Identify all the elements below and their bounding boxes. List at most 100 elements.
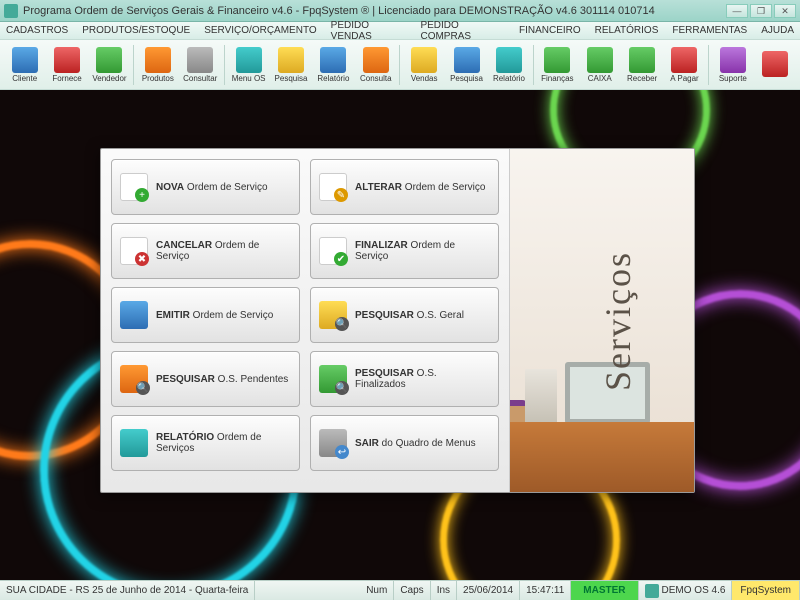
status-caps: Caps bbox=[394, 581, 430, 600]
toolbar-caixa[interactable]: CAIXA bbox=[579, 42, 620, 88]
toolbar-icon bbox=[187, 47, 213, 73]
toolbar-exit[interactable] bbox=[755, 42, 796, 88]
window-title: Programa Ordem de Serviços Gerais & Fina… bbox=[23, 5, 726, 17]
toolbar-separator bbox=[533, 45, 534, 85]
toolbar-vendedor[interactable]: Vendedor bbox=[89, 42, 130, 88]
panel-button[interactable]: ✔ FINALIZAR Ordem de Serviço bbox=[310, 223, 499, 279]
toolbar-separator bbox=[399, 45, 400, 85]
toolbar-suporte[interactable]: Suporte bbox=[712, 42, 753, 88]
panel-button[interactable]: EMITIR Ordem de Serviço bbox=[111, 287, 300, 343]
menu-item[interactable]: CADASTROS bbox=[6, 25, 68, 36]
toolbar-consulta[interactable]: Consulta bbox=[355, 42, 396, 88]
status-time: 15:47:11 bbox=[520, 581, 571, 600]
menu-item[interactable]: PEDIDO VENDAS bbox=[331, 20, 407, 42]
toolbar-receber[interactable]: Receber bbox=[621, 42, 662, 88]
panel-button[interactable]: 🔍 PESQUISAR O.S. Finalizados bbox=[310, 351, 499, 407]
panel-button-label: PESQUISAR O.S. Geral bbox=[355, 310, 464, 321]
minimize-button[interactable]: — bbox=[726, 4, 748, 18]
toolbar-pesquisa[interactable]: Pesquisa bbox=[446, 42, 487, 88]
panel-button[interactable]: 🔍PESQUISAR O.S. Geral bbox=[310, 287, 499, 343]
toolbar-menu os[interactable]: Menu OS bbox=[228, 42, 269, 88]
main-area: +NOVA Ordem de Serviço✎ALTERAR Ordem de … bbox=[0, 90, 800, 580]
toolbar-icon bbox=[671, 47, 697, 73]
menu-item[interactable]: SERVIÇO/ORÇAMENTO bbox=[204, 25, 316, 36]
panel-button[interactable]: RELATÓRIO Ordem de Serviços bbox=[111, 415, 300, 471]
panel-button-icon: ✎ bbox=[319, 173, 347, 201]
toolbar-finanças[interactable]: Finanças bbox=[537, 42, 578, 88]
panel-button-icon bbox=[120, 429, 148, 457]
app-icon bbox=[4, 4, 18, 18]
toolbar-label: Pesquisa bbox=[275, 74, 308, 83]
toolbar-label: Suporte bbox=[719, 74, 747, 83]
close-button[interactable]: ✕ bbox=[774, 4, 796, 18]
menu-item[interactable]: AJUDA bbox=[761, 25, 794, 36]
toolbar-separator bbox=[133, 45, 134, 85]
toolbar-a pagar[interactable]: A Pagar bbox=[664, 42, 705, 88]
toolbar-icon bbox=[629, 47, 655, 73]
toolbar-icon bbox=[145, 47, 171, 73]
panel-button[interactable]: ↩SAIR do Quadro de Menus bbox=[310, 415, 499, 471]
status-date: 25/06/2014 bbox=[457, 581, 520, 600]
toolbar-label: Pesquisa bbox=[450, 74, 483, 83]
panel-button[interactable]: ✖CANCELAR Ordem de Serviço bbox=[111, 223, 300, 279]
toolbar-label: Vendedor bbox=[92, 74, 126, 83]
status-location: SUA CIDADE - RS 25 de Junho de 2014 - Qu… bbox=[0, 581, 255, 600]
panel-button-icon: ✔ bbox=[319, 237, 347, 265]
toolbar-icon bbox=[54, 47, 80, 73]
panel-button[interactable]: 🔍PESQUISAR O.S. Pendentes bbox=[111, 351, 300, 407]
toolbar-icon bbox=[587, 47, 613, 73]
panel-button-icon: 🔍 bbox=[319, 365, 347, 393]
toolbar-relatório[interactable]: Relatório bbox=[488, 42, 529, 88]
toolbar-label: Vendas bbox=[411, 74, 438, 83]
status-ins: Ins bbox=[431, 581, 457, 600]
panel-button-label: FINALIZAR Ordem de Serviço bbox=[355, 240, 490, 262]
toolbar-icon bbox=[236, 47, 262, 73]
toolbar-consultar[interactable]: Consultar bbox=[180, 42, 221, 88]
panel-button[interactable]: +NOVA Ordem de Serviço bbox=[111, 159, 300, 215]
toolbar-separator bbox=[224, 45, 225, 85]
illustration-cpu bbox=[525, 369, 557, 424]
toolbar-label: CAIXA bbox=[588, 74, 612, 83]
toolbar-label: Receber bbox=[627, 74, 657, 83]
toolbar-produtos[interactable]: Produtos bbox=[137, 42, 178, 88]
toolbar-icon bbox=[363, 47, 389, 73]
panel-illustration: Serviços bbox=[509, 149, 694, 492]
toolbar-icon bbox=[320, 47, 346, 73]
panel-button-label: CANCELAR Ordem de Serviço bbox=[156, 240, 291, 262]
toolbar-label: Menu OS bbox=[232, 74, 266, 83]
toolbar-label: A Pagar bbox=[670, 74, 698, 83]
status-user: MASTER bbox=[571, 581, 638, 600]
toolbar-vendas[interactable]: Vendas bbox=[403, 42, 444, 88]
toolbar-icon bbox=[720, 47, 746, 73]
panel-button-label: PESQUISAR O.S. Pendentes bbox=[156, 374, 288, 385]
toolbar-icon bbox=[278, 47, 304, 73]
menu-item[interactable]: FINANCEIRO bbox=[519, 25, 581, 36]
toolbar-icon bbox=[96, 47, 122, 73]
panel-button[interactable]: ✎ALTERAR Ordem de Serviço bbox=[310, 159, 499, 215]
toolbar-label: Relatório bbox=[493, 74, 525, 83]
toolbar-label: Consulta bbox=[360, 74, 392, 83]
menu-item[interactable]: RELATÓRIOS bbox=[595, 25, 659, 36]
panel-button-icon: + bbox=[120, 173, 148, 201]
menu-item[interactable]: PRODUTOS/ESTOQUE bbox=[82, 25, 190, 36]
toolbar-icon bbox=[544, 47, 570, 73]
status-brand[interactable]: FpqSystem bbox=[732, 581, 800, 600]
panel-button-label: EMITIR Ordem de Serviço bbox=[156, 310, 273, 321]
toolbar-pesquisa[interactable]: Pesquisa bbox=[270, 42, 311, 88]
menu-item[interactable]: PEDIDO COMPRAS bbox=[420, 20, 505, 42]
status-db: DEMO OS 4.6 bbox=[639, 581, 733, 600]
panel-button-icon bbox=[120, 301, 148, 329]
toolbar-cliente[interactable]: Cliente bbox=[4, 42, 45, 88]
panel-button-label: SAIR do Quadro de Menus bbox=[355, 438, 476, 449]
toolbar-label: Produtos bbox=[142, 74, 174, 83]
panel-button-label: RELATÓRIO Ordem de Serviços bbox=[156, 432, 291, 454]
toolbar-relatório[interactable]: Relatório bbox=[313, 42, 354, 88]
maximize-button[interactable]: ❐ bbox=[750, 4, 772, 18]
panel-button-label: PESQUISAR O.S. Finalizados bbox=[355, 368, 490, 390]
menu-item[interactable]: FERRAMENTAS bbox=[672, 25, 747, 36]
toolbar-label: Relatório bbox=[317, 74, 349, 83]
panel-buttons: +NOVA Ordem de Serviço✎ALTERAR Ordem de … bbox=[101, 149, 509, 492]
toolbar-fornece[interactable]: Fornece bbox=[46, 42, 87, 88]
db-icon bbox=[645, 584, 659, 598]
toolbar-icon bbox=[12, 47, 38, 73]
